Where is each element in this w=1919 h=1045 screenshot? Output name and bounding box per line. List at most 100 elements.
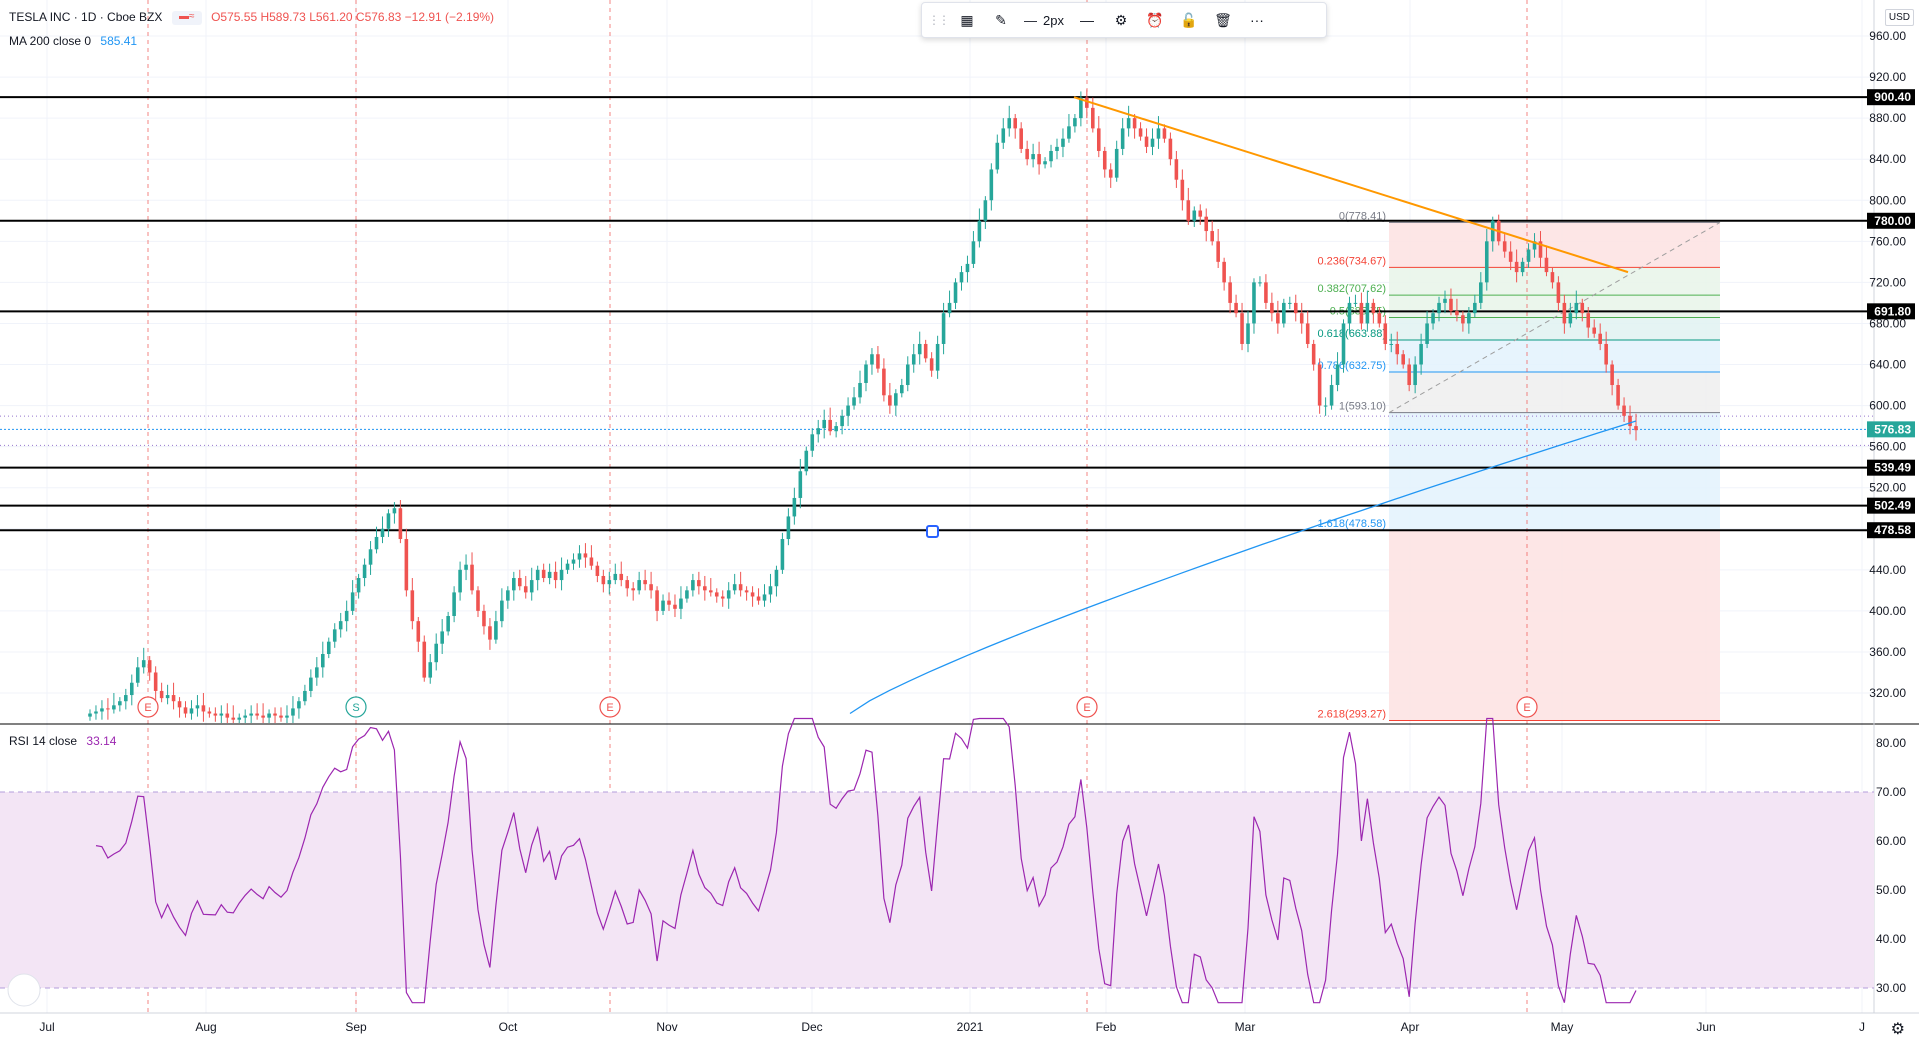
fib-level-label: 0.382(707.62) [1318,283,1387,295]
line-style-icon[interactable]: — [1072,6,1102,34]
drag-handle[interactable]: ⋮⋮ [928,6,950,34]
price-tick-label: 880.00 [1869,111,1906,125]
price-tick-label: 400.00 [1869,604,1906,618]
event-badge-label: E [144,702,151,714]
candle-body [476,590,480,611]
time-tick-label: Nov [656,1020,677,1034]
alert-icon[interactable]: ⏰ [1140,6,1170,34]
chart-settings-icon[interactable]: ⚙ [1891,1019,1905,1039]
candle-body [911,354,916,365]
event-badge-label: E [1523,702,1530,714]
candle-body [1180,179,1185,201]
candle-body [1323,405,1328,407]
candle-body [1037,154,1041,165]
candle-body [947,302,952,314]
candle-body [183,707,188,714]
settings-icon[interactable]: ⚙ [1106,6,1136,34]
candle-body [738,584,743,591]
rsi-legend[interactable]: RSI 14 close 33.14 [9,734,116,748]
symbol-name[interactable]: TESLA INC · 1D · Cboe BZX [9,10,162,24]
more-icon[interactable]: ··· [1242,6,1272,34]
candle-body [1174,159,1179,180]
candle-body [559,569,564,581]
time-tick-label: Aug [195,1020,216,1034]
currency-badge[interactable]: USD [1884,9,1914,26]
candle-body [780,539,785,570]
candle-body [720,596,725,599]
price-tick-label: 560.00 [1869,440,1906,454]
time-tick-label: 2021 [957,1020,984,1034]
candle-body [971,241,976,264]
candle-body [1096,128,1101,151]
candle-body [147,660,152,673]
candle-body [732,584,737,591]
candle-body [673,604,677,609]
candle-body [1335,364,1340,386]
ma-legend[interactable]: MA 200 close 0 585.41 [9,34,137,48]
candle-body [1168,138,1173,160]
candle-body [338,621,343,630]
candle-body [589,557,594,566]
delete-icon[interactable]: 🗑 [1208,6,1238,34]
candle-body [416,621,421,642]
candle-body [577,553,582,560]
candle-body [1556,282,1561,303]
line-color-icon[interactable]: ✎ [986,6,1016,34]
event-badge-label: S [352,702,359,714]
candle-body [159,690,164,699]
candle-body [141,660,146,668]
candle-body [1288,302,1292,304]
candle-body [941,313,946,344]
price-tick-label: 360.00 [1869,645,1906,659]
candle-body [225,713,230,718]
candle-body [88,713,92,717]
visibility-toggle[interactable]: ▬≈ [171,10,202,25]
candle-body [112,705,116,710]
level-badge-label: 539.49 [1874,461,1911,475]
candle-body [362,564,367,579]
candle-body [1562,302,1567,324]
drawing-handle [926,525,939,538]
time-tick-label: Apr [1401,1020,1420,1034]
candle-body [1461,315,1465,324]
candle-body [410,590,415,622]
templates-icon[interactable]: ▦ [952,6,982,34]
candle-body [517,578,522,587]
price-tick-label: 800.00 [1869,193,1906,207]
candle-body [1586,313,1591,328]
lock-icon[interactable]: 🔓 [1174,6,1204,34]
candle-body [1347,302,1352,324]
candle-body [201,705,206,712]
drawing-toolbar[interactable]: ⋮⋮ ▦ ✎ —2px — ⚙ ⏰ 🔓 🗑 ··· [921,2,1327,38]
candle-body [1061,138,1065,147]
candle-body [1240,313,1244,344]
fib-zone [1389,530,1720,721]
candle-body [1085,97,1089,108]
candle-body [917,343,922,355]
candle-body [464,564,468,570]
candle-body [935,343,940,371]
tradingview-chart[interactable]: 0(778.41)0.236(734.67)0.382(707.62)0.5(6… [0,0,1919,1045]
candle-body [1270,302,1274,314]
candle-body [643,580,647,585]
candle-body [768,586,773,595]
line-width-button[interactable]: —2px [1020,6,1068,34]
candle-body [1401,354,1405,365]
candle-body [613,573,618,581]
fib-level-label: 1(593.10) [1339,401,1386,413]
candle-body [1216,241,1220,262]
candle-body [571,559,576,564]
candle-body [1622,405,1626,416]
candle-body [1162,128,1167,139]
candle-body [876,354,880,369]
candle-body [1431,313,1435,324]
candle-body [1144,136,1149,147]
candle-body [989,169,994,201]
candle-body [446,616,450,632]
last-price-label: 576.83 [1874,422,1911,436]
candle-body [1204,216,1209,232]
candle-body [1598,333,1602,344]
candle-body [1455,311,1459,316]
candle-body [1616,385,1620,406]
candle-body [977,220,982,242]
